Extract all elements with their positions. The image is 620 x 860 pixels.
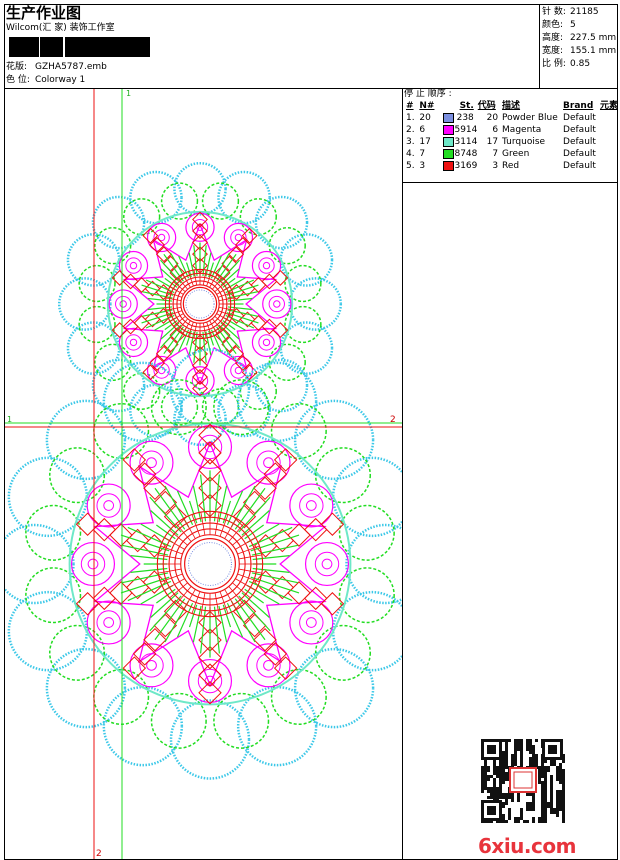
color-swatch xyxy=(443,125,455,135)
table-row: 1. 20 238 20 Powder Blue Default xyxy=(406,113,596,123)
table-row: 4. 7 8748 7 Green Default xyxy=(406,149,596,159)
upper-medallion xyxy=(57,161,343,447)
studio-name: Wilcom(汇 家) 装饰工作室 xyxy=(6,23,115,33)
guide-label-bottom: 2 xyxy=(96,849,102,859)
guide-label-left: 1 xyxy=(7,415,12,424)
color-sequence-table: # N# St. 代码 描述 Brand 元素 1. 20 238 20 Powder … xyxy=(404,100,620,172)
barcode xyxy=(9,37,150,57)
guide-label-top: 1 xyxy=(126,89,131,98)
stat-stitches: 针 数: 21185 xyxy=(542,7,599,17)
watermark-logo: 6xiu.com xyxy=(478,834,576,858)
table-row: 2. 6 5914 6 Magenta Default xyxy=(406,125,596,135)
qr-code xyxy=(480,738,566,824)
table-row: 3. 17 3114 17 Turquoise Default xyxy=(406,137,596,147)
design-divider xyxy=(402,88,403,860)
stats-divider xyxy=(539,4,540,89)
table-row: 5. 3 3169 3 Red Default xyxy=(406,161,596,171)
table-bottom-line xyxy=(402,182,618,183)
lower-medallion xyxy=(5,348,402,780)
page-title: 生产作业图 xyxy=(6,4,82,22)
stop-sequence-title: 停 止 顺序 : xyxy=(404,89,452,99)
color-swatch xyxy=(443,161,455,171)
stat-scale: 比 例: 0.85 xyxy=(542,59,591,69)
color-swatch xyxy=(443,113,455,123)
stats-panel: 针 数: 21185 颜色: 5 高度: 227.5 mm 宽度: 155.1 mm 比… xyxy=(542,6,616,71)
design-label: 花版: xyxy=(6,62,28,72)
design-file: GZHA5787.emb xyxy=(35,62,107,72)
color-swatch xyxy=(443,149,455,159)
stat-colors: 颜色: 5 xyxy=(542,20,576,30)
colorway-value: Colorway 1 xyxy=(35,75,86,85)
table-header: # N# St. 代码 描述 Brand 元素 xyxy=(406,101,618,111)
stat-height: 高度: 227.5 mm xyxy=(542,33,617,43)
embroidery-design: 1 1 2 2 xyxy=(5,89,402,859)
color-swatch xyxy=(443,137,455,147)
stat-width: 宽度: 155.1 mm xyxy=(542,46,617,56)
guide-label-right: 2 xyxy=(390,415,396,425)
colorway-label: 色 位: xyxy=(6,75,30,85)
